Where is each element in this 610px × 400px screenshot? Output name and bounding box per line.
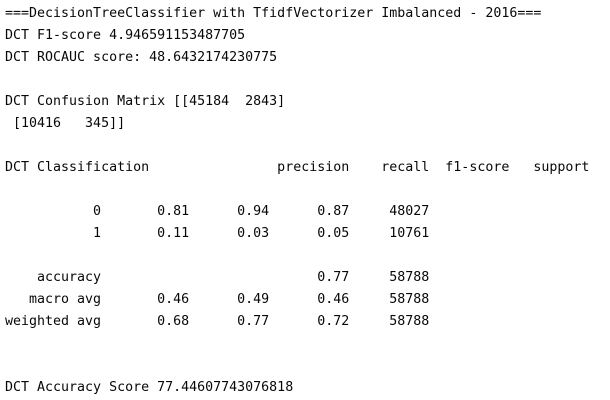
console-line-weighted-avg: weighted avg 0.68 0.77 0.72 58788	[5, 314, 430, 329]
console-output-text: ===DecisionTreeClassifier with TfidfVect…	[0, 0, 610, 399]
console-line-f1-score: DCT F1-score 4.946591153487705	[5, 28, 246, 43]
console-line-blank	[5, 135, 610, 157]
console-line-class-0: 0 0.81 0.94 0.87 48027	[5, 204, 430, 219]
console-line-class-1: 1 0.11 0.03 0.05 10761	[5, 226, 430, 241]
console-line-blank	[5, 245, 610, 267]
console-line-blank	[5, 179, 610, 201]
console-line-blank	[5, 69, 610, 91]
console-line-macro-avg: macro avg 0.46 0.49 0.46 58788	[5, 292, 430, 307]
console-line-header: ===DecisionTreeClassifier with TfidfVect…	[5, 6, 542, 21]
console-output-panel[interactable]: ===DecisionTreeClassifier with TfidfVect…	[0, 0, 610, 400]
console-line-accuracy-score: DCT Accuracy Score 77.44607743076818	[5, 380, 294, 395]
console-line-blank	[5, 355, 610, 377]
console-line-confusion-matrix-row-2: [10416 345]]	[5, 116, 126, 131]
console-line-classification-header: DCT Classification precision recall f1-s…	[5, 160, 590, 175]
console-line-blank	[5, 333, 610, 355]
console-line-accuracy: accuracy 0.77 58788	[5, 270, 430, 285]
console-line-confusion-matrix-row-1: DCT Confusion Matrix [[45184 2843]	[5, 94, 286, 109]
console-line-rocauc-score: DCT ROCAUC score: 48.6432174230775	[5, 50, 278, 65]
